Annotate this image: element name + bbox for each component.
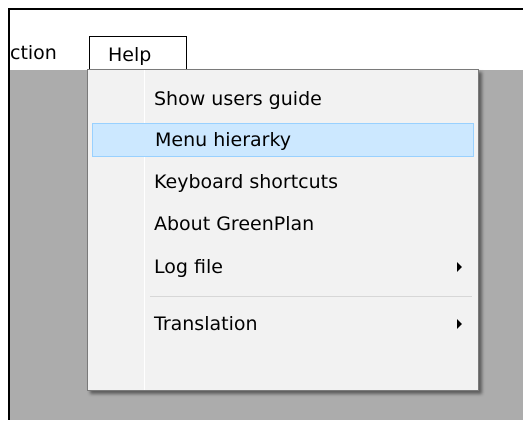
submenu-arrow-icon	[457, 319, 462, 329]
menu-action[interactable]: ction	[10, 36, 90, 70]
menu-item-label: Log file	[154, 256, 223, 278]
menu-bar: ction Help	[10, 10, 523, 72]
menu-help[interactable]: Help	[89, 36, 187, 72]
menu-item-keyboard-shortcuts[interactable]: Keyboard shortcuts	[92, 165, 474, 199]
help-dropdown-menu: Show users guide Menu hierarky Keyboard …	[87, 69, 479, 391]
menu-item-label: Keyboard shortcuts	[154, 171, 339, 193]
menu-item-label: Menu hierarky	[155, 129, 292, 151]
menu-item-label: Show users guide	[154, 88, 322, 110]
menu-item-about-greenplan[interactable]: About GreenPlan	[92, 207, 474, 241]
menu-item-label: About GreenPlan	[154, 213, 315, 235]
application-window: ction Help Show users guide Menu hierark…	[8, 8, 523, 420]
menu-item-show-users-guide[interactable]: Show users guide	[92, 82, 474, 116]
title-strip	[10, 10, 523, 30]
menu-item-translation[interactable]: Translation	[92, 307, 474, 341]
menu-separator	[150, 296, 472, 297]
menu-item-log-file[interactable]: Log file	[92, 250, 474, 284]
menu-item-menu-hierarky[interactable]: Menu hierarky	[92, 123, 474, 157]
menu-item-label: Translation	[154, 313, 258, 335]
submenu-arrow-icon	[457, 262, 462, 272]
